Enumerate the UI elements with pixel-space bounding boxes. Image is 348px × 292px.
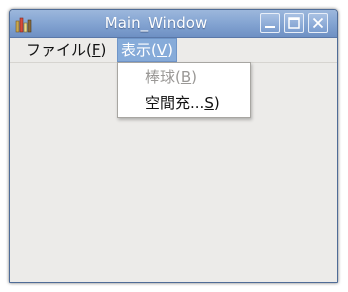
menu-item-bar-chart: 棒球(B) (118, 65, 250, 89)
view-menu-dropdown: 棒球(B) 空間充...S) (117, 62, 251, 118)
minimize-button[interactable] (260, 13, 280, 33)
menu-view[interactable]: 表示(V) (117, 38, 177, 62)
maximize-icon (288, 17, 300, 29)
menu-item-space-fill-mnemonic: S (204, 94, 214, 112)
menu-file-paren: ) (100, 41, 107, 59)
menu-item-space-fill-paren: ) (213, 94, 220, 112)
menu-bar: ファイル(F) 表示(V) (10, 38, 337, 63)
app-icon[interactable] (15, 15, 33, 33)
menu-item-bar-chart-paren: ) (191, 68, 198, 86)
main-window: Main_Window ファイル(F) 表示(V) 棒球(B) 空間充...S) (9, 9, 338, 283)
menu-item-space-fill-label: 空間充... (145, 94, 205, 112)
maximize-button[interactable] (284, 13, 304, 33)
window-title: Main_Window (104, 14, 208, 32)
menu-view-mnemonic: V (156, 41, 168, 59)
menu-item-space-fill[interactable]: 空間充...S) (118, 91, 250, 115)
menu-view-paren: ) (167, 41, 173, 59)
minimize-icon (265, 26, 275, 28)
close-icon (312, 17, 324, 29)
menu-file-label: ファイル( (26, 41, 92, 59)
menu-item-bar-chart-label: 棒球( (145, 68, 181, 86)
title-bar[interactable]: Main_Window (10, 10, 337, 38)
menu-file-mnemonic: F (91, 41, 101, 59)
menu-view-label: 表示( (121, 41, 157, 59)
menu-file[interactable]: ファイル(F) (23, 38, 109, 62)
menu-item-bar-chart-mnemonic: B (180, 68, 192, 86)
close-button[interactable] (308, 13, 328, 33)
